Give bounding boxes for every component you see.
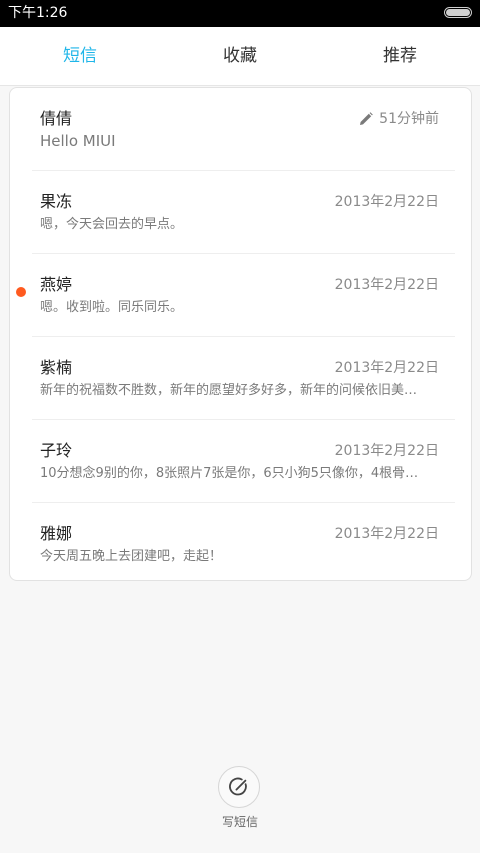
conversation-row[interactable]: 倩倩 51分钟前 Hello MIUI [10,88,471,171]
conversation-row[interactable]: 果冻 2013年2月22日 嗯，今天会回去的早点。 [10,171,471,254]
message-time: 2013年2月22日 [334,360,439,376]
conversation-list: 倩倩 51分钟前 Hello MIUI 果冻 2013年2月22日 嗯，今天会回… [9,87,472,581]
message-time: 2013年2月22日 [334,277,439,293]
message-preview: 今天周五晚上去团建吧，走起！ [40,549,223,564]
message-preview: 嗯。收到啦。同乐同乐。 [40,300,184,315]
contact-name: 子玲 [40,441,73,460]
tab-messages[interactable]: 短信 [0,27,160,85]
contact-name: 燕婷 [40,275,73,294]
compose-icon [229,777,247,796]
status-time: 下午1:26 [8,5,68,21]
compose-label: 写短信 [221,815,258,829]
message-time: 2013年2月22日 [334,194,439,210]
contact-name: 雅娜 [40,524,73,543]
status-bar: 下午1:26 [0,0,480,27]
message-preview: Hello MIUI [40,132,116,150]
tab-favorites[interactable]: 收藏 [160,27,320,85]
conversation-row[interactable]: 雅娜 2013年2月22日 今天周五晚上去团建吧，走起！ [10,503,471,586]
message-preview: 新年的祝福数不胜数，新年的愿望好多好多，新年的问候依旧美… [40,383,418,398]
tab-bar: 短信 收藏 推荐 [0,27,480,86]
battery-icon [444,7,472,18]
message-preview: 嗯，今天会回去的早点。 [40,217,184,232]
pencil-icon [360,112,373,125]
conversation-row[interactable]: 燕婷 2013年2月22日 嗯。收到啦。同乐同乐。 [10,254,471,337]
message-time: 2013年2月22日 [334,443,439,459]
contact-name: 倩倩 [40,109,73,128]
contact-name: 紫楠 [40,358,73,377]
compose-button[interactable] [218,766,262,810]
message-time: 2013年2月22日 [334,526,439,542]
conversation-row[interactable]: 子玲 2013年2月22日 10分想念9别的你，8张照片7张是你，6只小狗5只像… [10,420,471,503]
message-time: 51分钟前 [379,111,439,127]
contact-name: 果冻 [40,192,73,211]
conversation-row[interactable]: 紫楠 2013年2月22日 新年的祝福数不胜数，新年的愿望好多好多，新年的问候依… [10,337,471,420]
unread-indicator [16,287,26,297]
tab-recommended[interactable]: 推荐 [320,27,480,85]
message-preview: 10分想念9别的你，8张照片7张是你，6只小狗5只像你，4根骨… [40,466,419,481]
